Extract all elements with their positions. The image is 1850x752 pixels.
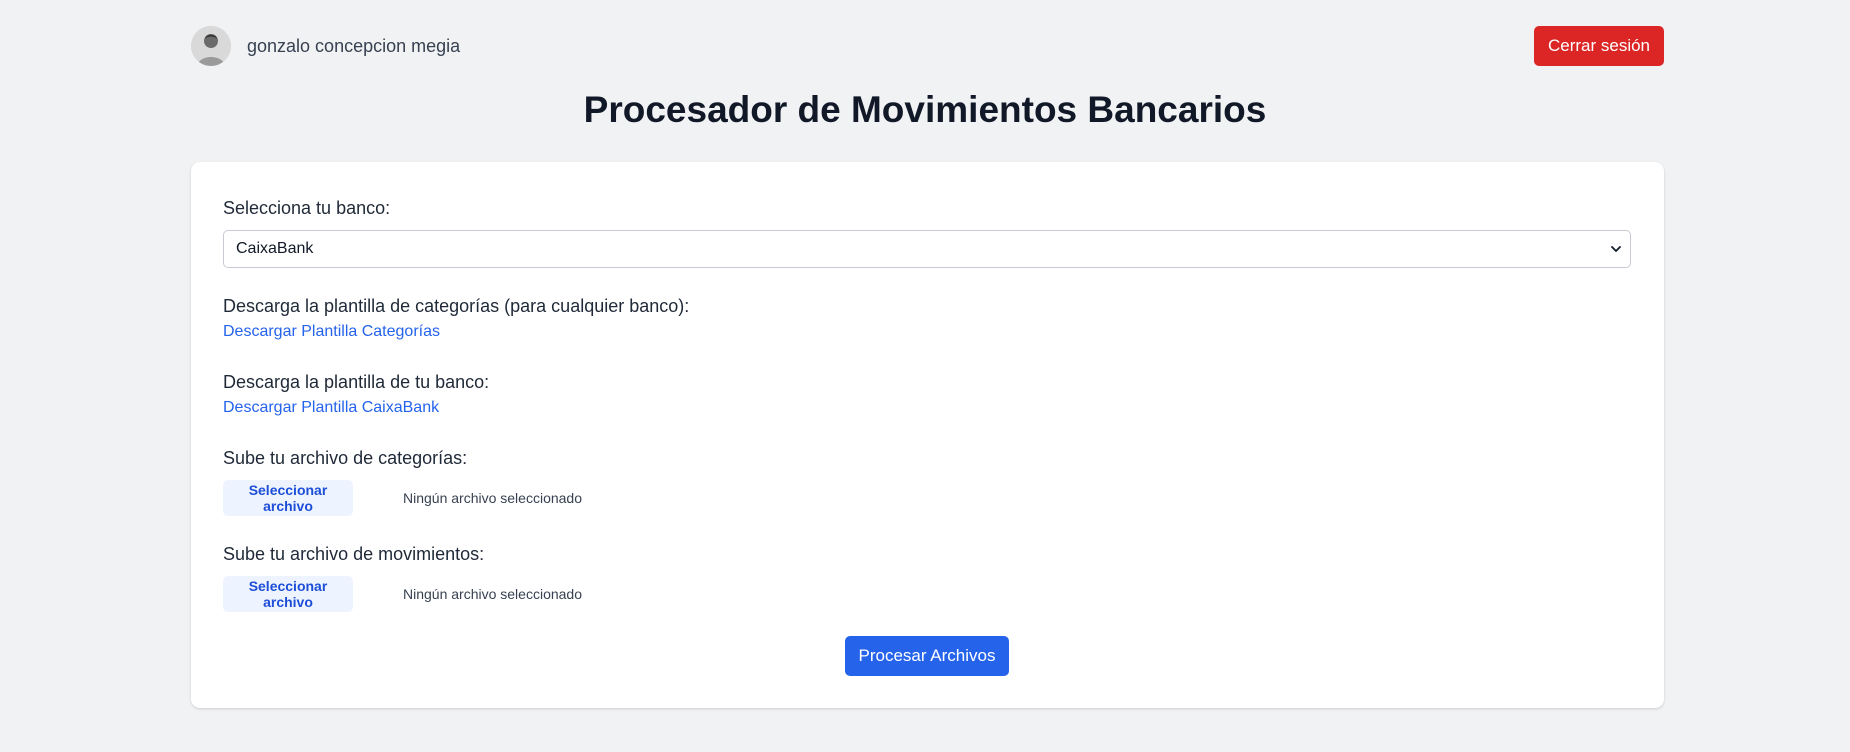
- bank-select-label: Selecciona tu banco:: [223, 198, 391, 218]
- page-title: Procesador de Movimientos Bancarios: [583, 89, 1267, 130]
- categories-upload-label: Sube tu archivo de categorías:: [223, 448, 468, 468]
- user-info: gonzalo concepcion megia: [191, 25, 460, 67]
- download-bank-template-link[interactable]: Descargar Plantilla CaixaBank: [223, 399, 439, 417]
- form-card: Selecciona tu banco: CaixaBank Descarga …: [191, 162, 1664, 708]
- categories-file-status: Ningún archivo seleccionado: [403, 490, 582, 506]
- top-bar: gonzalo concepcion megia Cerrar sesión: [191, 25, 1664, 67]
- process-files-button[interactable]: Procesar Archivos: [845, 636, 1009, 676]
- categories-file-button[interactable]: Seleccionar archivo: [223, 480, 353, 516]
- logout-button[interactable]: Cerrar sesión: [1534, 26, 1664, 66]
- movements-file-button[interactable]: Seleccionar archivo: [223, 576, 353, 612]
- chevron-down-icon: [1611, 246, 1621, 252]
- user-name: gonzalo concepcion megia: [247, 35, 461, 56]
- download-category-template-link[interactable]: Descargar Plantilla Categorías: [223, 323, 440, 341]
- avatar: [191, 26, 231, 66]
- bank-select[interactable]: CaixaBank: [223, 230, 1631, 268]
- page: gonzalo concepcion megia Cerrar sesión P…: [0, 0, 1850, 752]
- bank-template-label: Descarga la plantilla de tu banco:: [223, 372, 490, 392]
- user-photo-icon: [191, 26, 231, 66]
- movements-file-status: Ningún archivo seleccionado: [403, 586, 582, 602]
- movements-upload-label: Sube tu archivo de movimientos:: [223, 544, 485, 564]
- bank-select-value: CaixaBank: [236, 240, 314, 257]
- category-template-label: Descarga la plantilla de categorías (par…: [223, 296, 690, 316]
